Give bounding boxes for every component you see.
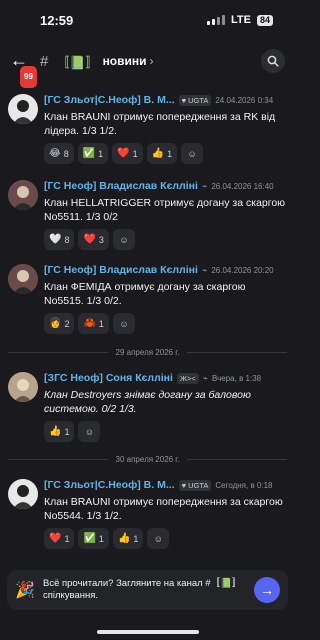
server-tag: ♥ UGTA: [178, 94, 212, 106]
add-reaction-button[interactable]: ☺: [78, 421, 101, 442]
message[interactable]: [ГС Зльот|С.Неоф] В. М... ♥ UGTA Сегодня,…: [0, 477, 295, 549]
author-name[interactable]: [ГС Зльот|С.Неоф] В. М...: [44, 479, 175, 491]
reaction-bar: 👍 1 ☺: [44, 421, 287, 442]
reaction[interactable]: ❤️ 1: [112, 143, 143, 164]
author-name[interactable]: [ГС Зльот|С.Неоф] В. М...: [44, 94, 175, 106]
reaction[interactable]: 🦀 1: [78, 313, 109, 334]
timestamp: 24.04.2026 0:34: [215, 95, 274, 105]
reaction[interactable]: 😂 8: [44, 143, 74, 164]
add-reaction-button[interactable]: ☺: [181, 143, 204, 164]
go-to-channel-button[interactable]: →: [254, 577, 280, 603]
unread-badge: 99: [18, 64, 39, 90]
role-icon: ⌁: [201, 264, 208, 275]
date-label: 29 апреля 2026 г.: [115, 347, 180, 357]
smiley-icon: ☺: [153, 533, 163, 544]
message-text: Клан BRAUNI отримує попередження за RK в…: [44, 111, 276, 137]
network-label: LTE: [231, 14, 251, 26]
author-name[interactable]: [ЗГС Неоф] Соня Кєлліні: [44, 372, 173, 384]
signal-icon: [207, 15, 226, 25]
role-icon: ⌁: [202, 372, 209, 383]
reaction[interactable]: ❤️ 1: [44, 528, 75, 549]
reaction[interactable]: ✅ 1: [78, 528, 109, 549]
timestamp: 26.04.2026 20:20: [211, 265, 274, 275]
reaction[interactable]: 🤍 8: [44, 229, 75, 250]
search-icon: [267, 55, 279, 67]
timestamp: Вчера, в 1:38: [212, 373, 262, 383]
message-text: Клан BRAUNI отримує попередження за скар…: [44, 496, 283, 522]
reaction-bar: 😂 8 ✅ 1 ❤️ 1 👍 1 ☺: [44, 143, 287, 164]
heart-icon: ♥: [181, 480, 187, 490]
message-text: Клан HELLATRIGGER отримує догану за скар…: [44, 197, 286, 223]
date-divider: 30 апреля 2026 г.: [8, 453, 288, 465]
reaction[interactable]: 👩 2: [44, 313, 75, 334]
timestamp: Сегодня, в 0:18: [215, 480, 273, 490]
message[interactable]: [ГС Неоф] Владислав Кєлліні ⌁ 26.04.2026…: [0, 178, 295, 250]
avatar[interactable]: [8, 372, 38, 402]
server-tag: ♥ UGTA: [178, 479, 212, 491]
channel-emoji: 〚📗〛: [56, 54, 99, 70]
server-tag: Ж><: [176, 372, 199, 384]
reaction[interactable]: ❤️ 3: [78, 229, 109, 250]
reaction[interactable]: ✅ 1: [77, 143, 109, 164]
read-all-toast[interactable]: 🎉 Всё прочитали? Загляните на канал #〚📗〛…: [7, 570, 288, 610]
avatar[interactable]: [8, 479, 38, 509]
message[interactable]: [ЗГС Неоф] Соня Кєлліні Ж>< ⌁ Вчера, в 1…: [0, 370, 295, 442]
back-button[interactable]: ← 99: [10, 50, 39, 90]
smiley-icon: ☺: [84, 426, 95, 437]
clock: 12:59: [40, 12, 74, 28]
reaction[interactable]: 👍 1: [44, 421, 75, 442]
party-icon: 🎉: [15, 582, 35, 599]
hash-icon: #: [40, 52, 49, 70]
smiley-icon: ☺: [119, 234, 129, 245]
reaction[interactable]: 👍 1: [146, 143, 178, 164]
date-divider: 29 апреля 2026 г.: [8, 346, 288, 358]
author-name[interactable]: [ГС Неоф] Владислав Кєлліні: [44, 180, 198, 192]
home-indicator[interactable]: [97, 630, 199, 634]
message-text: Клан Destroyers знімає догану за баловою…: [44, 389, 251, 415]
reaction-bar: 🤍 8 ❤️ 3 ☺: [44, 229, 287, 250]
add-reaction-button[interactable]: ☺: [147, 528, 170, 549]
toast-text: Всё прочитали? Загляните на канал #〚📗〛сп…: [43, 578, 242, 601]
date-label: 30 апреля 2026 г.: [115, 454, 180, 464]
heart-icon: ♥: [181, 95, 187, 105]
add-reaction-button[interactable]: ☺: [112, 229, 135, 250]
channel-header: ← 99 # 〚📗〛 новини ›: [0, 44, 295, 90]
smiley-icon: ☺: [119, 318, 129, 329]
chevron-right-icon[interactable]: ›: [150, 54, 154, 68]
avatar[interactable]: [8, 180, 38, 210]
status-indicators: LTE 84: [207, 14, 273, 26]
status-bar: 12:59 LTE 84: [0, 0, 295, 40]
message[interactable]: [ГС Зльот|С.Неоф] В. М... ♥ UGTA 24.04.20…: [0, 92, 295, 164]
reaction-bar: ❤️ 1 ✅ 1 👍 1 ☺: [44, 528, 287, 549]
timestamp: 26.04.2026 16:40: [211, 181, 274, 191]
channel-title[interactable]: новини: [103, 54, 147, 68]
avatar[interactable]: [8, 94, 38, 124]
avatar[interactable]: [8, 264, 38, 294]
arrow-right-icon: →: [260, 582, 274, 598]
search-button[interactable]: [261, 49, 285, 73]
reaction-bar: 👩 2 🦀 1 ☺: [44, 313, 287, 334]
add-reaction-button[interactable]: ☺: [112, 313, 135, 334]
smiley-icon: ☺: [187, 148, 197, 159]
role-icon: ⌁: [201, 180, 208, 191]
reaction[interactable]: 👍 1: [112, 528, 144, 549]
message-text: Клан ФЕМІДА отримує догану за скаргою No…: [44, 281, 246, 307]
battery-icon: 84: [256, 14, 273, 26]
author-name[interactable]: [ГС Неоф] Владислав Кєлліні: [44, 264, 198, 276]
message[interactable]: [ГС Неоф] Владислав Кєлліні ⌁ 26.04.2026…: [0, 262, 295, 334]
